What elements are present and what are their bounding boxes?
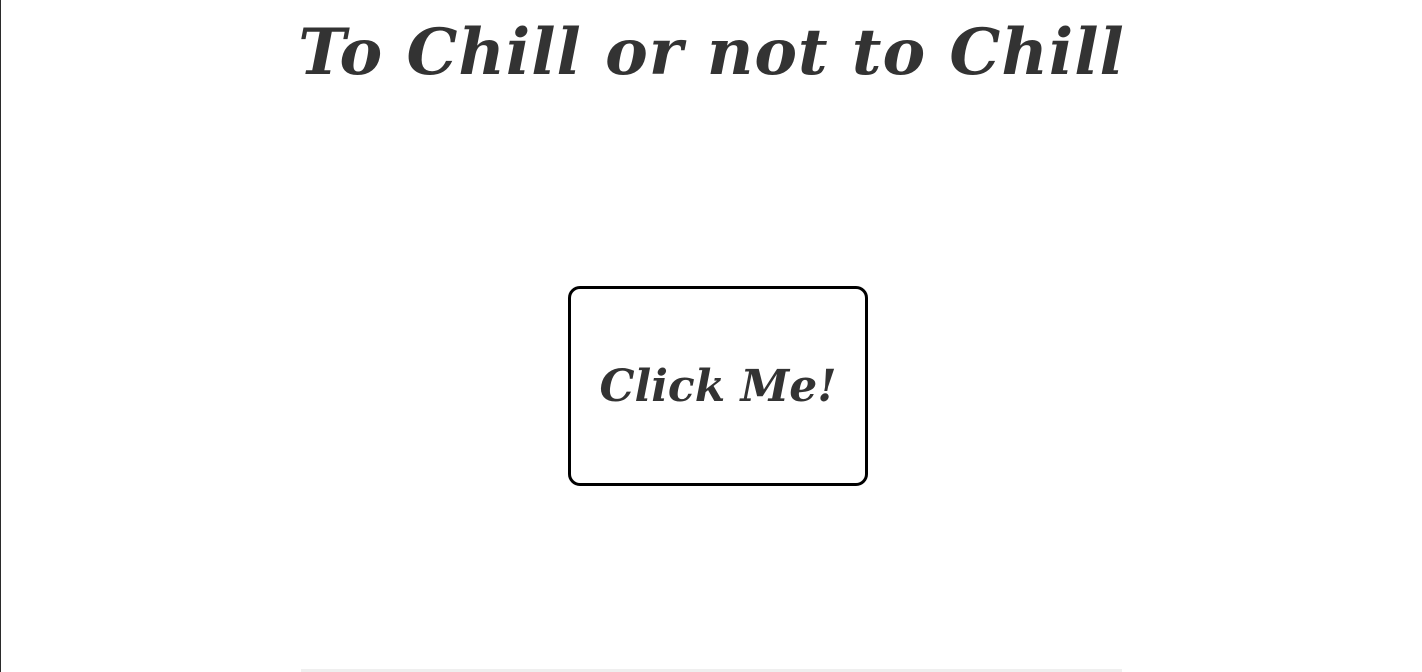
click-me-label: Click Me! (599, 360, 837, 412)
click-me-button[interactable]: Click Me! (568, 286, 868, 486)
page: To Chill or not to Chill Click Me! (0, 0, 1422, 672)
page-title: To Chill or not to Chill (298, 15, 1125, 90)
